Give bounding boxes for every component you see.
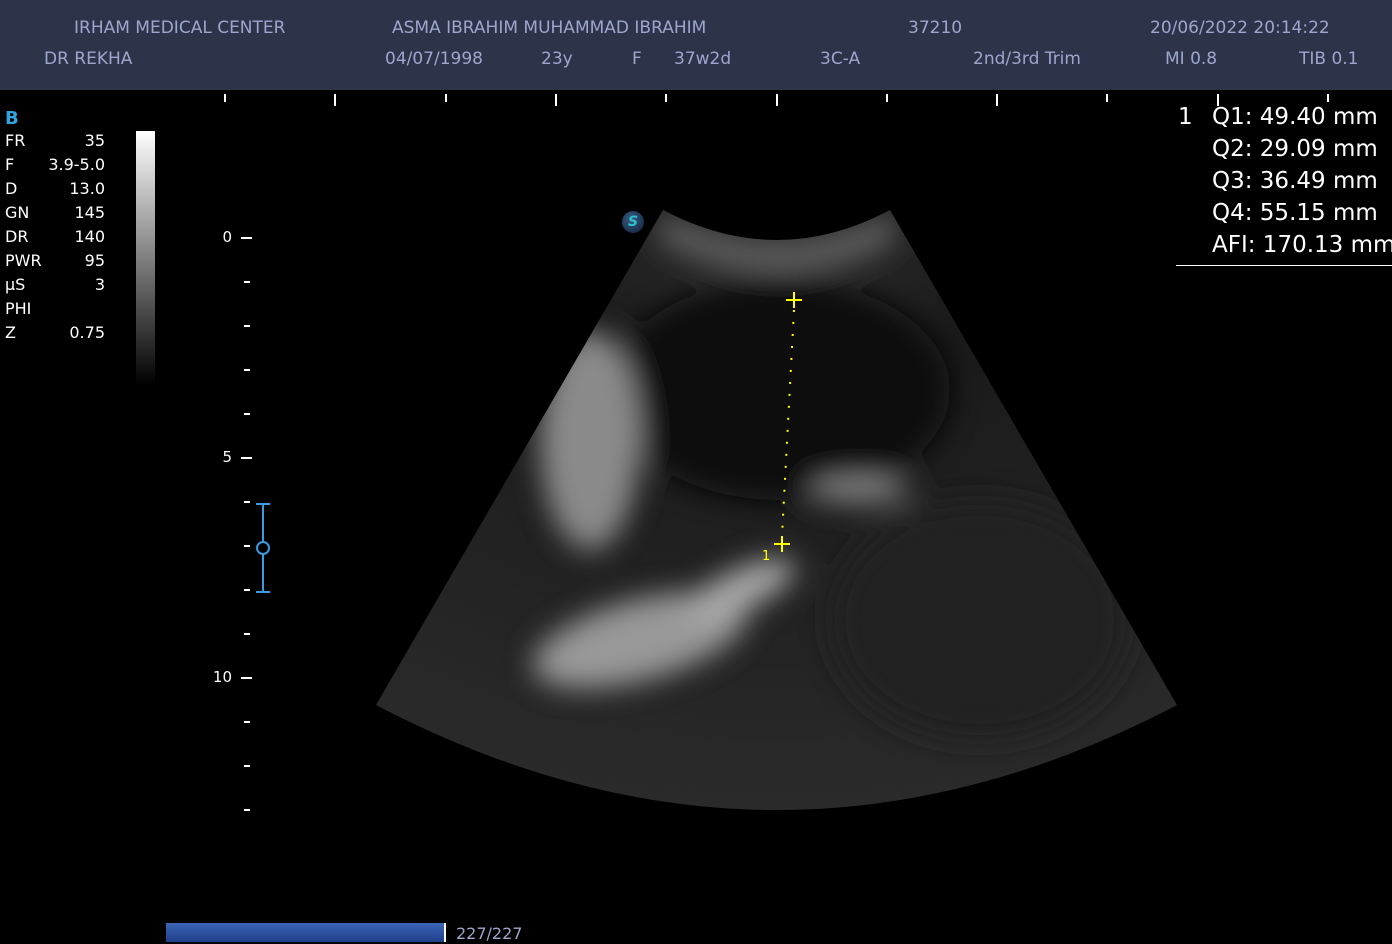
measurement-q1: Q1: 49.40 mm [1212, 104, 1378, 130]
measurement-panel: 1 Q1: 49.40 mm Q2: 29.09 mm Q3: 36.49 mm … [1176, 101, 1392, 266]
cine-frame-counter: 227/227 [456, 924, 523, 943]
caliper-label: 1 [762, 549, 771, 564]
measurement-index: 1 [1178, 104, 1193, 130]
measurement-q4: Q4: 55.15 mm [1212, 200, 1378, 226]
measurement-afi: AFI: 170.13 mm [1212, 232, 1392, 258]
sono-assist-icon[interactable]: S [622, 211, 644, 233]
measurement-q3: Q3: 36.49 mm [1212, 168, 1378, 194]
cine-progress-bar[interactable] [166, 923, 446, 942]
measurement-q2: Q2: 29.09 mm [1212, 136, 1378, 162]
